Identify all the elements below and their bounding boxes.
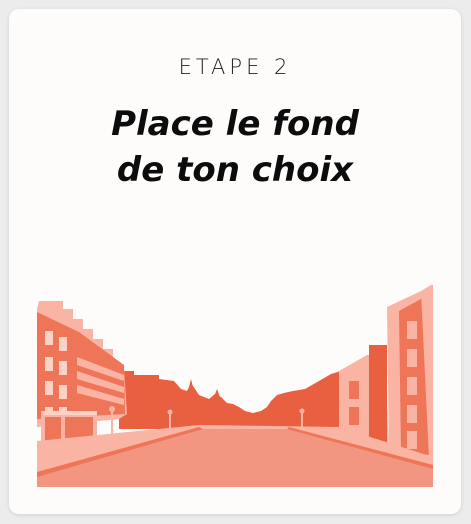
step-card: ETAPE 2 Place le fond de ton choix [9, 9, 461, 514]
left-building [37, 301, 127, 441]
street-background-illustration [37, 285, 433, 487]
distant-skyline [119, 371, 341, 429]
